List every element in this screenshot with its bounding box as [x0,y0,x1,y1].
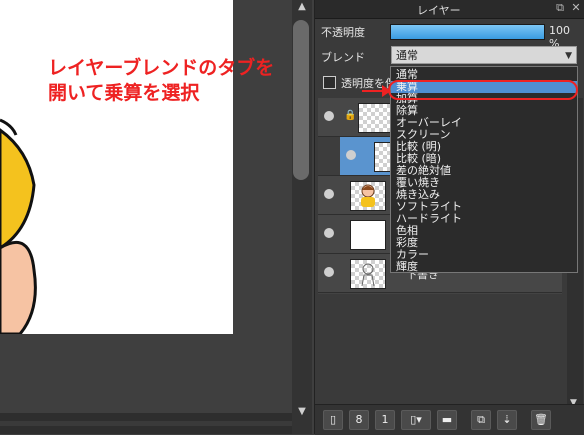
character-thumbnail-icon [361,184,375,207]
new-layer-icon[interactable]: ▯ [323,410,343,430]
opacity-label: 不透明度 [321,26,365,39]
blend-option[interactable]: カラー [391,249,577,261]
blend-mode-select[interactable]: 通常 ▼ [391,46,577,64]
layer-toolbar: ▯ 8 1 ▯▾ ▬ ⧉ ⇣ 🗑 [315,404,584,435]
opacity-row: 不透明度 100 % [319,22,581,50]
sketch-thumbnail-icon [361,263,375,287]
panel-header: レイヤー ⧉ ✕ [315,0,584,19]
tutorial-annotation: レイヤーブレンドのタブを 開いて乗算を選択 [48,56,274,106]
undock-icon[interactable]: ⧉ [553,1,567,15]
annotation-line-2: 開いて乗算を選択 [48,82,200,104]
scrollbar-thumb[interactable] [293,20,309,180]
visibility-eye-icon[interactable] [346,150,356,160]
layer-thumbnail [350,220,386,250]
scroll-up-icon[interactable]: ▲ [296,2,308,12]
blend-option[interactable]: ハードライト [391,213,577,225]
opacity-slider-fill [391,25,544,39]
opacity-slider[interactable] [390,24,545,40]
layer-thumbnail [350,259,386,289]
visibility-eye-icon[interactable] [324,228,334,238]
visibility-eye-icon[interactable] [324,189,334,199]
protect-alpha-checkbox[interactable] [323,76,336,89]
artwork-drawing [0,118,37,334]
close-icon[interactable]: ✕ [569,1,583,15]
highlight-oval [388,80,578,100]
blend-option[interactable]: 輝度 [391,261,577,273]
canvas-horizontal-scrollbar[interactable] [0,413,292,434]
visibility-eye-icon[interactable] [324,267,334,277]
delete-layer-icon[interactable]: 🗑 [531,410,551,430]
canvas-paper[interactable] [0,0,233,334]
add-layer-menu-icon[interactable]: ▯▾ [401,410,431,430]
folder-indent [318,137,340,175]
panel-title: レイヤー [417,4,461,17]
blend-option[interactable]: 色相 [391,225,577,237]
blend-row: ブレンド 通常 ▼ [319,46,581,66]
visibility-eye-icon[interactable] [324,111,334,121]
canvas-vertical-scrollbar[interactable]: ▲ ▼ [292,0,312,434]
blend-select-value: 通常 [396,49,418,62]
new-folder-icon[interactable]: ▬ [437,410,457,430]
annotation-line-1: レイヤーブレンドのタブを [48,57,275,79]
new-8bit-layer-icon[interactable]: 8 [349,410,369,430]
chevron-down-icon: ▼ [565,51,572,61]
new-1bit-layer-icon[interactable]: 1 [375,410,395,430]
merge-layer-icon[interactable]: ⇣ [497,410,517,430]
lock-icon[interactable]: 🔒 [344,111,356,121]
scroll-down-icon[interactable]: ▼ [296,407,308,417]
duplicate-layer-icon[interactable]: ⧉ [471,410,491,430]
layer-thumbnail [350,181,386,211]
blend-label: ブレンド [321,51,365,64]
layer-thumbnail [358,103,394,133]
